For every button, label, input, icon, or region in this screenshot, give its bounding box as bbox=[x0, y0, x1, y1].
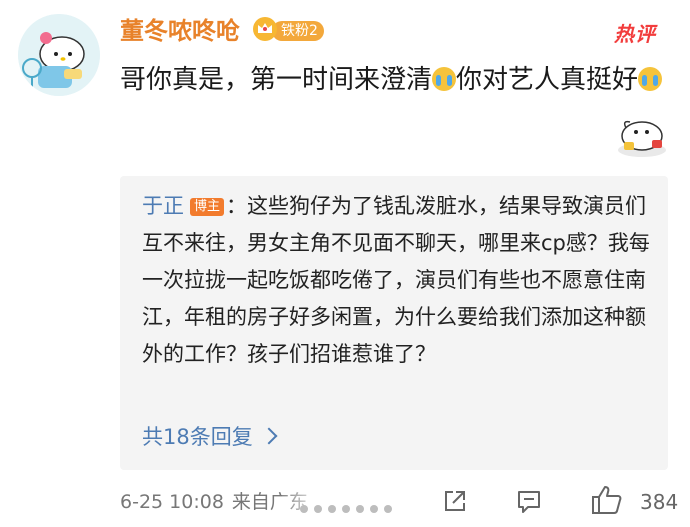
share-icon[interactable] bbox=[440, 486, 470, 516]
owner-badge: 博主 bbox=[190, 198, 225, 216]
crying-face-icon bbox=[638, 67, 663, 91]
comment-text: 哥你真是，第一时间来澄清 你对艺人真挺好 bbox=[120, 58, 665, 102]
more-replies-link[interactable]: 共18条回复 bbox=[142, 422, 278, 452]
hot-comment-tag: 热评 bbox=[614, 22, 656, 46]
like-count: 384 bbox=[640, 490, 679, 514]
hello-kitty-avatar-icon bbox=[18, 14, 100, 96]
reply-author[interactable]: 于正 bbox=[142, 194, 184, 218]
comment-meta: 6-25 10:08 来自广东 bbox=[120, 488, 308, 516]
crown-icon bbox=[253, 17, 277, 41]
avatar[interactable] bbox=[18, 14, 100, 96]
reply-preview-box[interactable]: 于正 博主 ：这些狗仔为了钱乱泼脏水，结果导致演员们互不来往，男女主角不见面不聊天，… bbox=[120, 176, 668, 470]
mascot-sticker-icon bbox=[618, 120, 666, 157]
crying-face-icon bbox=[432, 67, 457, 91]
comment-text-part2: 你对艺人真挺好 bbox=[456, 65, 639, 95]
reply-text: 于正 博主 ：这些狗仔为了钱乱泼脏水，结果导致演员们互不来往，男女主角不见面不聊天，… bbox=[142, 188, 652, 373]
blurred-dots bbox=[300, 498, 398, 517]
fan-level-badge: 铁粉2 bbox=[272, 21, 324, 41]
more-replies-label: 共18条回复 bbox=[142, 425, 253, 449]
comment-text-part1: 哥你真是，第一时间来澄清 bbox=[120, 65, 433, 95]
reply-content: ：这些狗仔为了钱乱泼脏水，结果导致演员们互不来往，男女主角不见面不聊天，哪里来c… bbox=[142, 194, 650, 366]
like-thumb-icon[interactable] bbox=[590, 484, 624, 516]
comment-icon[interactable] bbox=[514, 486, 544, 516]
chevron-right-icon bbox=[260, 427, 278, 445]
username[interactable]: 董冬哝咚呛 bbox=[120, 14, 240, 48]
comment-datetime: 6-25 10:08 bbox=[120, 491, 224, 513]
